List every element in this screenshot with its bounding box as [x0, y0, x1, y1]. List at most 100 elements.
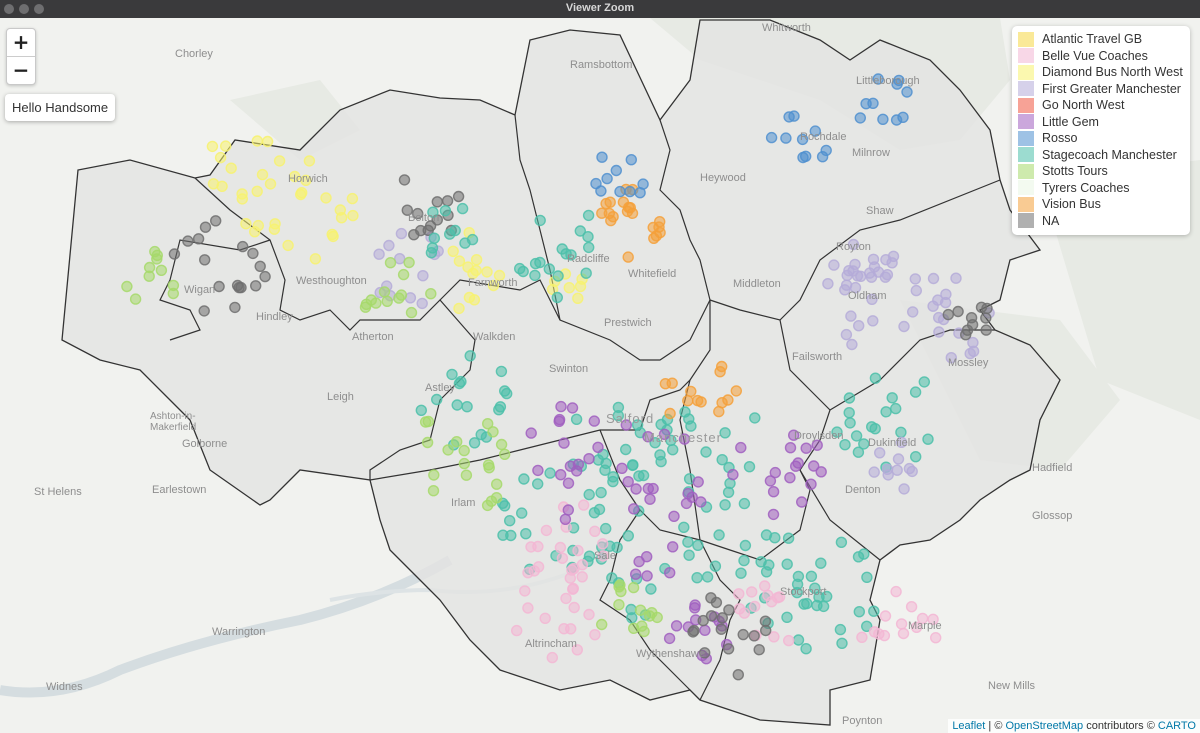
bus-stop-marker[interactable]: [439, 204, 452, 217]
bus-stop-marker[interactable]: [679, 406, 691, 418]
bus-stop-marker[interactable]: [692, 476, 704, 488]
bus-stop-marker[interactable]: [805, 478, 817, 490]
bus-stop-marker[interactable]: [801, 597, 813, 610]
bus-stop-marker[interactable]: [447, 245, 459, 258]
bus-stop-marker[interactable]: [886, 257, 898, 269]
bus-stop-marker[interactable]: [952, 305, 964, 318]
bus-stop-marker[interactable]: [811, 599, 823, 612]
bus-stop-marker[interactable]: [647, 221, 659, 234]
bus-stop-marker[interactable]: [701, 571, 714, 583]
bus-stop-marker[interactable]: [248, 225, 261, 238]
bus-stop-marker[interactable]: [460, 469, 473, 481]
bus-stop-marker[interactable]: [646, 607, 658, 619]
bus-stop-marker[interactable]: [595, 486, 607, 499]
bus-stop-marker[interactable]: [845, 310, 857, 322]
bus-stop-marker[interactable]: [714, 366, 726, 378]
bus-stop-marker[interactable]: [225, 162, 237, 174]
bus-stop-marker[interactable]: [236, 240, 249, 253]
bus-stop-marker[interactable]: [735, 567, 747, 579]
bus-stop-marker[interactable]: [259, 270, 271, 283]
bus-stop-marker[interactable]: [950, 272, 962, 284]
bus-stop-marker[interactable]: [254, 260, 266, 272]
bus-stop-marker[interactable]: [682, 536, 694, 548]
bus-stop-marker[interactable]: [534, 214, 546, 227]
bus-stop-marker[interactable]: [624, 185, 636, 198]
bus-stop-marker[interactable]: [834, 623, 847, 636]
bus-stop-marker[interactable]: [644, 493, 656, 505]
bus-stop-marker[interactable]: [716, 612, 728, 624]
bus-stop-marker[interactable]: [783, 111, 795, 123]
bus-stop-marker[interactable]: [468, 437, 481, 449]
bus-stop-marker[interactable]: [192, 233, 205, 245]
bus-stop-marker[interactable]: [599, 464, 611, 476]
bus-stop-marker[interactable]: [520, 528, 532, 540]
bus-stop-marker[interactable]: [568, 601, 580, 614]
bus-stop-marker[interactable]: [613, 581, 625, 593]
bus-stop-marker[interactable]: [626, 612, 638, 624]
bus-stop-marker[interactable]: [198, 254, 211, 266]
bus-stop-marker[interactable]: [835, 536, 848, 548]
bus-stop-marker[interactable]: [428, 232, 440, 244]
bus-stop-marker[interactable]: [769, 466, 781, 479]
bus-stop-marker[interactable]: [596, 151, 608, 163]
bus-stop-marker[interactable]: [546, 651, 558, 664]
bus-stop-marker[interactable]: [326, 228, 338, 241]
bus-stop-marker[interactable]: [121, 280, 133, 293]
bus-stop-marker[interactable]: [828, 259, 840, 271]
bus-stop-marker[interactable]: [874, 447, 886, 459]
bus-stop-marker[interactable]: [216, 180, 228, 193]
bus-stop-marker[interactable]: [722, 643, 735, 655]
bus-stop-marker[interactable]: [199, 221, 212, 233]
bus-stop-marker[interactable]: [760, 624, 772, 637]
bus-stop-marker[interactable]: [748, 630, 760, 642]
bus-stop-marker[interactable]: [551, 291, 563, 304]
bus-stop-marker[interactable]: [895, 426, 907, 438]
bus-stop-marker[interactable]: [209, 215, 222, 227]
bus-stop-marker[interactable]: [898, 483, 910, 495]
bus-stop-marker[interactable]: [151, 249, 164, 262]
bus-stop-marker[interactable]: [642, 482, 654, 495]
bus-stop-marker[interactable]: [844, 417, 856, 429]
bus-stop-marker[interactable]: [697, 614, 709, 627]
bus-stop-marker[interactable]: [783, 634, 795, 647]
map-canvas[interactable]: Whitworth Chorley Ramsbottom Littleborou…: [0, 18, 1200, 733]
bus-stop-marker[interactable]: [553, 415, 565, 427]
bus-stop-marker[interactable]: [582, 209, 595, 222]
bus-stop-marker[interactable]: [692, 539, 704, 551]
bus-stop-marker[interactable]: [589, 629, 601, 641]
bus-stop-marker[interactable]: [240, 217, 252, 230]
bus-stop-marker[interactable]: [576, 571, 588, 583]
bus-stop-marker[interactable]: [663, 632, 676, 645]
bus-stop-marker[interactable]: [273, 155, 286, 167]
bus-stop-marker[interactable]: [558, 437, 570, 449]
bus-stop-marker[interactable]: [601, 172, 613, 185]
bus-stop-marker[interactable]: [800, 150, 812, 163]
bus-stop-marker[interactable]: [544, 467, 556, 479]
bus-stop-marker[interactable]: [854, 112, 866, 124]
bus-stop-marker[interactable]: [491, 478, 503, 490]
bus-stop-marker[interactable]: [700, 446, 712, 458]
bus-stop-marker[interactable]: [749, 412, 761, 424]
bus-stop-marker[interactable]: [441, 195, 454, 207]
bus-stop-marker[interactable]: [695, 396, 707, 408]
bus-stop-marker[interactable]: [840, 279, 853, 291]
bus-stop-marker[interactable]: [633, 470, 645, 482]
bus-stop-marker[interactable]: [532, 478, 544, 490]
bus-stop-marker[interactable]: [556, 243, 568, 255]
bus-stop-marker[interactable]: [732, 669, 744, 681]
bus-stop-marker[interactable]: [895, 618, 908, 630]
bus-stop-marker[interactable]: [881, 269, 894, 281]
bus-stop-marker[interactable]: [737, 628, 749, 641]
bus-stop-marker[interactable]: [570, 413, 583, 425]
bus-stop-marker[interactable]: [624, 201, 636, 214]
bus-stop-marker[interactable]: [627, 581, 640, 594]
bus-stop-marker[interactable]: [522, 602, 534, 614]
bus-stop-marker[interactable]: [583, 488, 595, 501]
bus-stop-marker[interactable]: [622, 251, 634, 263]
bus-stop-marker[interactable]: [668, 510, 680, 522]
bus-stop-marker[interactable]: [846, 338, 858, 351]
bus-stop-marker[interactable]: [451, 436, 463, 448]
bus-stop-marker[interactable]: [431, 393, 443, 406]
bus-stop-marker[interactable]: [880, 406, 892, 418]
bus-stop-marker[interactable]: [555, 400, 567, 413]
